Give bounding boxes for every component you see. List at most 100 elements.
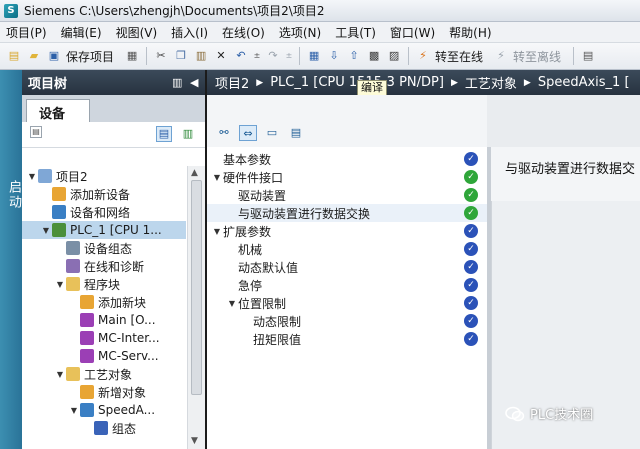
tab-devices[interactable]: 设备 bbox=[26, 99, 90, 122]
compile-icon[interactable]: ▦ bbox=[306, 48, 322, 64]
tree-item[interactable]: 新增对象 bbox=[22, 383, 186, 401]
go-offline-icon[interactable]: ⚡ bbox=[493, 48, 509, 64]
menu-online[interactable]: 在线(O) bbox=[222, 24, 265, 41]
tree-scrollbar[interactable]: ▲ ▼ bbox=[187, 166, 205, 449]
expand-arrow-icon[interactable]: ▼ bbox=[226, 299, 238, 308]
compile-tooltip: 编译 bbox=[357, 80, 387, 96]
start-simulation-icon[interactable]: ▨ bbox=[386, 48, 402, 64]
tree-item[interactable]: 添加新设备 bbox=[22, 185, 186, 203]
expand-arrow-icon[interactable]: ▼ bbox=[211, 227, 223, 236]
overview-icon[interactable]: ▤ bbox=[156, 126, 172, 142]
copy-icon[interactable]: ❐ bbox=[173, 48, 189, 64]
save-project-button[interactable]: 保存项目 bbox=[66, 48, 114, 65]
config-nav-item[interactable]: 驱动装置 ✓ bbox=[207, 186, 487, 204]
expand-arrow-icon[interactable]: ▼ bbox=[54, 370, 66, 379]
tree-item[interactable]: ▼ 项目2 bbox=[22, 167, 186, 185]
cut-icon[interactable]: ✂ bbox=[153, 48, 169, 64]
delete-icon[interactable]: ✕ bbox=[213, 48, 229, 64]
go-offline-button[interactable]: 转至离线 bbox=[513, 48, 561, 65]
config-nav-item[interactable]: ▼ 硬件件接口 ✓ bbox=[207, 168, 487, 186]
go-online-icon[interactable]: ⚡ bbox=[415, 48, 431, 64]
redo-icon[interactable]: ↷ bbox=[265, 48, 281, 64]
menu-view[interactable]: 视图(V) bbox=[116, 24, 158, 41]
expand-arrow-icon[interactable]: ▼ bbox=[54, 280, 66, 289]
window-title: Siemens C:\Users\zhengjh\Documents\项目2\项… bbox=[24, 4, 325, 18]
menu-options[interactable]: 选项(N) bbox=[279, 24, 321, 41]
tree-item[interactable]: 在线和诊断 bbox=[22, 257, 186, 275]
simulation-icon[interactable]: ▩ bbox=[366, 48, 382, 64]
paste-icon[interactable]: ▥ bbox=[193, 48, 209, 64]
upload-icon[interactable]: ⇧ bbox=[346, 48, 362, 64]
start-strip[interactable]: 启动 bbox=[0, 70, 22, 449]
breadcrumb-item[interactable]: 工艺对象 bbox=[465, 73, 517, 92]
menu-window[interactable]: 窗口(W) bbox=[390, 24, 435, 41]
collapse-all-icon[interactable]: ▤ bbox=[287, 125, 305, 141]
tree-item-label: PLC_1 [CPU 1... bbox=[70, 223, 162, 237]
plc-icon bbox=[52, 223, 66, 237]
config-nav-label: 扭矩限值 bbox=[253, 332, 302, 347]
tree-view-icon[interactable]: ▤ bbox=[30, 126, 42, 138]
config-nav-item[interactable]: 动态限制 ✓ bbox=[207, 312, 487, 330]
tree-item[interactable]: ▼ 工艺对象 bbox=[22, 365, 186, 383]
config-nav-label: 急停 bbox=[238, 278, 263, 293]
status-configured-icon: ✓ bbox=[464, 260, 478, 274]
config-nav-item[interactable]: 急停 ✓ bbox=[207, 276, 487, 294]
tree-item[interactable]: 设备和网络 bbox=[22, 203, 186, 221]
expand-arrow-icon[interactable]: ▼ bbox=[68, 406, 80, 415]
functional-view-icon[interactable]: ⚯ bbox=[215, 125, 233, 141]
tree-item[interactable]: MC-Serv... bbox=[22, 347, 186, 365]
breadcrumb-item[interactable]: 项目2 bbox=[215, 73, 249, 92]
config-nav-item[interactable]: 动态默认值 ✓ bbox=[207, 258, 487, 276]
add-object-icon bbox=[80, 385, 94, 399]
config-nav-item[interactable]: 基本参数 ✓ bbox=[207, 150, 487, 168]
breadcrumb-item[interactable]: SpeedAxis_1 [ bbox=[538, 75, 630, 90]
undo-icon[interactable]: ↶ bbox=[233, 48, 249, 64]
expand-arrow-icon[interactable]: ▼ bbox=[26, 172, 38, 181]
scrollbar-thumb[interactable] bbox=[191, 180, 202, 395]
config-nav-item[interactable]: 扭矩限值 ✓ bbox=[207, 330, 487, 348]
tree-item-label: 设备组态 bbox=[84, 241, 133, 256]
menu-tools[interactable]: 工具(T) bbox=[335, 24, 376, 41]
config-nav-item[interactable]: 机械 ✓ bbox=[207, 240, 487, 258]
menu-insert[interactable]: 插入(I) bbox=[171, 24, 208, 41]
watermark: PLC技术圈 bbox=[505, 404, 593, 423]
tree-item[interactable]: ▼ PLC_1 [CPU 1... bbox=[22, 221, 186, 239]
menu-edit[interactable]: 编辑(E) bbox=[61, 24, 102, 41]
tree-item[interactable]: ▼ SpeedA... bbox=[22, 401, 186, 419]
ob-icon bbox=[80, 349, 94, 363]
go-online-button[interactable]: 转至在线 bbox=[435, 48, 483, 65]
menu-project[interactable]: 项目(P) bbox=[6, 24, 47, 41]
parameter-view-icon[interactable]: ⇔ bbox=[239, 125, 257, 141]
scroll-down-arrow-icon[interactable]: ▼ bbox=[191, 436, 198, 446]
config-nav-item[interactable]: 与驱动装置进行数据交换 ✓ bbox=[207, 204, 487, 222]
config-nav-item[interactable]: ▼ 位置限制 ✓ bbox=[207, 294, 487, 312]
collapse-pane-icon[interactable]: ◀ bbox=[190, 76, 198, 89]
save-icon[interactable]: ▣ bbox=[46, 48, 62, 64]
new-project-icon[interactable]: ▤ bbox=[6, 48, 22, 64]
config-nav-label: 机械 bbox=[238, 242, 263, 257]
detail-view-icon[interactable]: ▥ bbox=[180, 126, 196, 142]
expand-all-icon[interactable]: ▭ bbox=[263, 125, 281, 141]
tree-item-label: 添加新块 bbox=[98, 295, 147, 310]
accessible-devices-icon[interactable]: ▤ bbox=[580, 48, 596, 64]
download-icon[interactable]: ⇩ bbox=[326, 48, 342, 64]
undo-dropdown-icon[interactable]: ± bbox=[253, 48, 261, 64]
tree-item[interactable]: Main [O... bbox=[22, 311, 186, 329]
ob-icon bbox=[80, 313, 94, 327]
expand-arrow-icon[interactable]: ▼ bbox=[40, 226, 52, 235]
tree-item[interactable]: 添加新块 bbox=[22, 293, 186, 311]
menu-help[interactable]: 帮助(H) bbox=[449, 24, 491, 41]
tree-item[interactable]: 设备组态 bbox=[22, 239, 186, 257]
pane-layout-icon[interactable]: ▥ bbox=[172, 76, 182, 89]
config-nav-item[interactable]: ▼ 扩展参数 ✓ bbox=[207, 222, 487, 240]
scroll-up-arrow-icon[interactable]: ▲ bbox=[191, 168, 198, 178]
redo-dropdown-icon[interactable]: ± bbox=[285, 48, 293, 64]
tree-item[interactable]: 组态 bbox=[22, 419, 186, 437]
expand-arrow-icon[interactable]: ▼ bbox=[211, 173, 223, 182]
open-project-icon[interactable]: ▰ bbox=[26, 48, 42, 64]
status-configured-icon: ✓ bbox=[464, 296, 478, 310]
tree-item[interactable]: MC-Inter... bbox=[22, 329, 186, 347]
print-icon[interactable]: ▦ bbox=[124, 48, 140, 64]
start-label: 启动 bbox=[6, 180, 21, 210]
tree-item[interactable]: ▼ 程序块 bbox=[22, 275, 186, 293]
